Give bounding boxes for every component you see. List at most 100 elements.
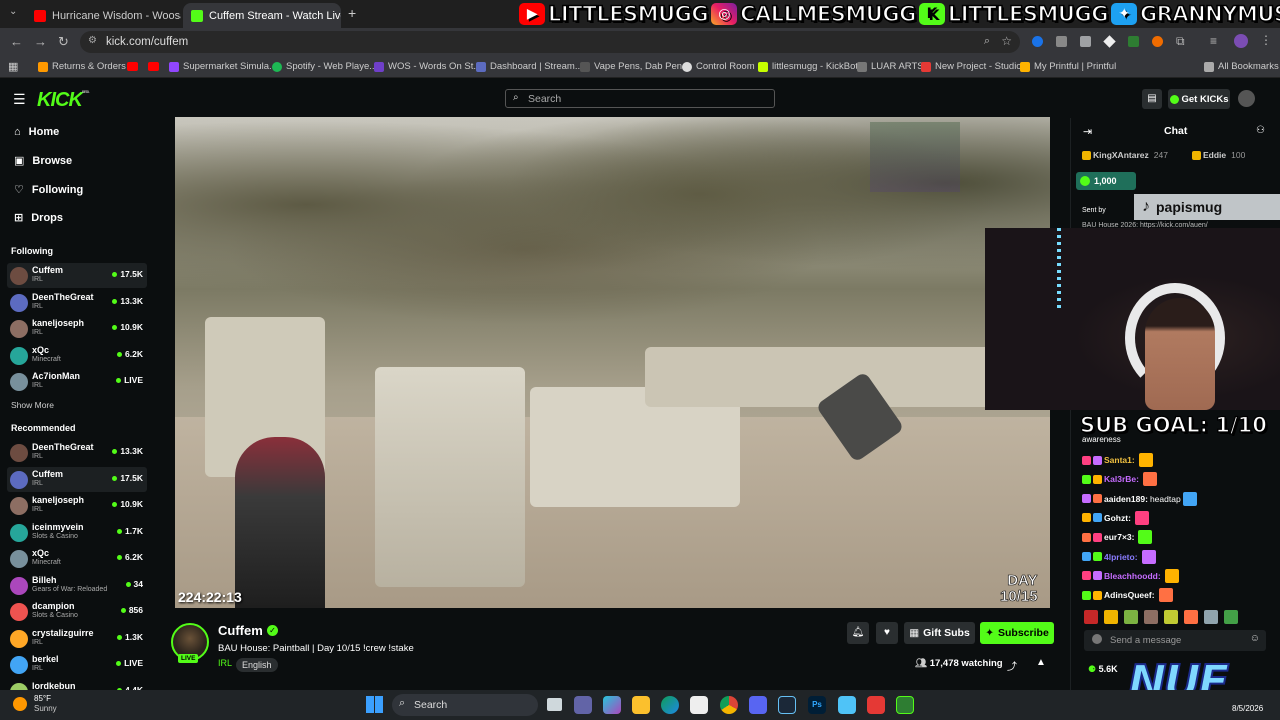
file-explorer-icon[interactable] (632, 696, 650, 714)
sidebar-channel-deenthegreat[interactable]: DeenTheGreat IRL 13.3K (7, 440, 147, 465)
emote-icon[interactable] (1224, 610, 1238, 624)
chat-username[interactable]: AdinsQueef: (1104, 590, 1155, 600)
youtube-icon[interactable] (148, 62, 159, 71)
weather-widget[interactable]: 85°F Sunny (34, 694, 57, 714)
bookmark[interactable]: WOS - Words On St... (374, 61, 481, 72)
browser-menu-icon[interactable]: ⋮ (1260, 33, 1272, 47)
emote-icon[interactable] (1204, 610, 1218, 624)
language-tag[interactable]: English (236, 658, 278, 672)
nav-drops[interactable]: ⊞ Drops (14, 211, 63, 225)
photoshop-icon[interactable]: Ps (808, 696, 826, 714)
chat-username[interactable]: Kal3rBe: (1104, 474, 1139, 484)
tab-cuffem[interactable]: Cuffem Stream - Watch Live on × (183, 3, 341, 28)
subscribe-button[interactable]: ✦ Subscribe (980, 622, 1054, 644)
chat-username[interactable]: eur7×3: (1104, 532, 1134, 542)
extension-icon[interactable] (1152, 36, 1163, 47)
sidebar-channel-cuffem[interactable]: Cuffem IRL 17.5K (7, 466, 147, 492)
notepad-icon[interactable] (838, 696, 856, 714)
chrome-icon[interactable] (720, 696, 738, 714)
extension-icon[interactable] (1080, 36, 1091, 47)
sidebar-channel-deenthegreat[interactable]: DeenTheGreat IRL 13.3K (7, 290, 147, 315)
menu-lines-icon[interactable]: ≡ (1210, 34, 1217, 48)
kicks-balance[interactable]: ⚈ 5.6K (1088, 664, 1118, 675)
notification-bell-button[interactable]: 🔔︎ (847, 622, 869, 644)
emote-icon[interactable] (1104, 610, 1118, 624)
chat-users-icon[interactable]: ⚇ (1256, 125, 1265, 136)
extension-icon[interactable] (1128, 36, 1139, 47)
bookmark[interactable]: Vape Pens, Dab Pen... (580, 61, 690, 72)
bookmark[interactable]: Spotify - Web Playe... (272, 61, 377, 72)
nav-home[interactable]: ⌂ Home (14, 126, 59, 138)
emote-icon[interactable] (1164, 610, 1178, 624)
sidebar-channel-iceinmyvein[interactable]: iceinmyvein Slots & Casino 1.7K (7, 520, 147, 545)
all-bookmarks[interactable]: All Bookmarks (1204, 61, 1279, 72)
teams-icon[interactable] (574, 696, 592, 714)
nav-following[interactable]: ♡ Following (14, 183, 83, 197)
streamer-name[interactable]: Cuffem (218, 623, 263, 638)
apps-grid-icon[interactable]: ▦ (8, 60, 18, 73)
bookmark-star-icon[interactable]: ☆ (1001, 34, 1012, 48)
emoji-picker-icon[interactable]: ☺ (1250, 633, 1260, 644)
bookmark[interactable]: Control Room (682, 61, 755, 72)
back-icon[interactable]: ← (10, 34, 23, 49)
obs-icon[interactable] (896, 696, 914, 714)
sidebar-channel-berkel[interactable]: berkel IRL LIVE (7, 652, 147, 677)
bookmark[interactable]: Dashboard | Stream... (476, 61, 583, 72)
collapse-chat-icon[interactable]: ⇥ (1083, 125, 1092, 138)
extension-icon[interactable] (1056, 36, 1067, 47)
bookmark[interactable]: New Project - Studio (921, 61, 1022, 72)
youtube-icon[interactable] (127, 62, 138, 71)
follow-heart-button[interactable]: ♥ (876, 622, 898, 644)
site-info-icon[interactable]: ⚙ (88, 35, 97, 46)
chat-username[interactable]: Gohzt: (1104, 513, 1131, 523)
sidebar-channel-cuffem[interactable]: Cuffem IRL 17.5K (7, 263, 147, 288)
user-avatar[interactable] (1238, 90, 1255, 107)
windows-start-icon[interactable] (366, 696, 383, 713)
gift-subs-button[interactable]: ▦ Gift Subs (904, 622, 975, 644)
extensions-puzzle-icon[interactable]: ⧉ (1176, 34, 1185, 49)
emote-icon[interactable] (1124, 610, 1138, 624)
hamburger-menu-icon[interactable]: ☰ (13, 91, 26, 108)
kicks-pill[interactable]: 1,000 (1076, 172, 1136, 190)
emote-icon[interactable] (1184, 610, 1198, 624)
get-kicks-button[interactable]: Get KICKs (1168, 89, 1230, 109)
copilot-icon[interactable] (603, 696, 621, 714)
bookmark[interactable]: Supermarket Simula... (169, 61, 277, 72)
reload-icon[interactable]: ↻ (58, 34, 69, 50)
store-icon[interactable] (690, 696, 708, 714)
chat-username[interactable]: aaiden189: (1104, 494, 1148, 504)
show-more-link[interactable]: Show More (11, 400, 54, 410)
emote-icon[interactable] (1144, 610, 1158, 624)
search-input[interactable]: ⌕ Search (505, 89, 775, 108)
chat-username[interactable]: Santa1: (1104, 455, 1135, 465)
sidebar-channel-billeh[interactable]: Billeh Gears of War: Reloaded 34 (7, 573, 147, 598)
chat-message-input[interactable]: Send a message ☺ (1084, 630, 1266, 651)
emote-icon[interactable] (1084, 610, 1098, 624)
bookmark[interactable]: LUAR ARTS (857, 61, 924, 72)
weather-sun-icon[interactable] (13, 697, 27, 711)
taskbar-search[interactable]: ⌕ Search (392, 694, 538, 716)
report-icon[interactable]: ▲ (1036, 657, 1046, 668)
clip-button[interactable]: ▤ (1142, 89, 1162, 109)
zoom-icon[interactable]: ⌕ (984, 35, 990, 48)
profile-avatar[interactable] (1234, 34, 1248, 48)
task-view-icon[interactable] (547, 698, 562, 711)
sidebar-channel-xqc[interactable]: xQc Minecraft 6.2K (7, 343, 147, 368)
sidebar-channel-crystalizguirre[interactable]: crystalizguirre IRL 1.3K (7, 626, 147, 651)
steam-icon[interactable] (778, 696, 796, 714)
bookmark[interactable]: littlesmugg - KickBot (758, 61, 858, 72)
nav-browse[interactable]: ▣ Browse (14, 154, 72, 168)
category-link[interactable]: IRL (218, 658, 232, 668)
sidebar-channel-kaneljoseph[interactable]: kaneljoseph IRL 10.9K (7, 316, 147, 341)
sidebar-channel-xqc[interactable]: xQc Minecraft 6.2K (7, 546, 147, 571)
url-input[interactable]: ⚙ kick.com/cuffem ⌕ ☆ (80, 31, 1020, 53)
share-icon[interactable]: ⤴ (1007, 658, 1017, 673)
app-icon[interactable] (867, 696, 885, 714)
chat-username[interactable]: Bleachhoodd: (1104, 571, 1161, 581)
kick-logo[interactable]: KICKBETA (37, 89, 89, 112)
video-player[interactable] (175, 117, 1050, 608)
discord-icon[interactable] (749, 696, 767, 714)
sidebar-channel-kaneljoseph[interactable]: kaneljoseph IRL 10.9K (7, 493, 147, 518)
tab-hurricane[interactable]: Hurricane Wisdom - Woosah (O × (26, 3, 181, 28)
sidebar-channel-ac7ionman[interactable]: Ac7ionMan IRL LIVE (7, 369, 147, 394)
